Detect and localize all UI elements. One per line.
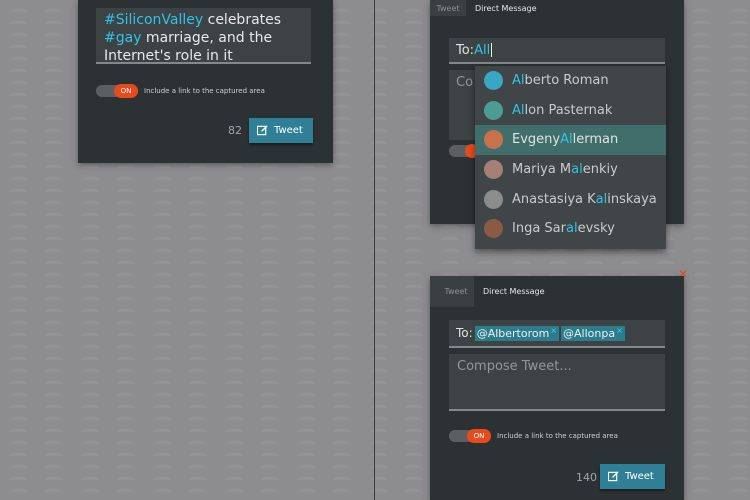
avatar [484, 219, 503, 239]
suggestion-item-active[interactable]: Evgeny Al lerman [475, 125, 666, 155]
character-count: 140 [576, 471, 597, 484]
recipient-suggestions-dropdown: Al berto Roman Al lon Pasternak Evgeny Al l… [475, 66, 666, 249]
suggestion-item[interactable]: Inga Sar al evsky [475, 214, 666, 244]
chip-remove-icon[interactable]: × [550, 326, 557, 335]
avatar [484, 160, 503, 180]
suggestion-name-match: Al [512, 73, 525, 89]
tab-tweet[interactable]: Tweet [430, 276, 474, 307]
avatar [484, 189, 503, 209]
suggestion-name-post: inskaya [607, 191, 657, 207]
avatar [484, 71, 503, 91]
suggestion-item[interactable]: Al berto Roman [475, 66, 666, 96]
typed-query: All [474, 42, 491, 58]
to-label: To: [456, 42, 475, 58]
tab-direct-message[interactable]: Direct Message [466, 0, 546, 16]
recipient-input[interactable]: To: @Albertorom × @Allonpa × [449, 320, 665, 348]
tab-bar: Tweet Direct Message [430, 276, 684, 307]
suggestion-name-post: lon Pasternak [524, 102, 613, 118]
hashtag-gay[interactable]: #gay [104, 30, 141, 46]
link-toggle-row: ON Include a link to the captured area [449, 428, 618, 444]
link-toggle[interactable]: ON [96, 84, 138, 98]
tweet-card-left: #SiliconValley celebrates #gay marriage,… [78, 0, 333, 163]
tweet-text-field[interactable]: #SiliconValley celebrates #gay marriage,… [96, 8, 311, 64]
chip-remove-icon[interactable]: × [616, 326, 623, 335]
suggestion-name-post: enkiy [582, 162, 618, 178]
edit-icon [608, 471, 619, 482]
suggestion-name-match: Al [560, 132, 573, 148]
suggestion-name-pre: Evgeny [512, 132, 561, 148]
avatar [484, 100, 503, 120]
tweet-button-label: Tweet [274, 125, 303, 136]
recipient-chip[interactable]: @Albertorom × [474, 325, 560, 341]
tweet-button-label: Tweet [625, 471, 654, 482]
suggestion-name-pre: Anastasiya K [512, 191, 596, 207]
link-toggle[interactable]: ON [449, 429, 491, 443]
text-caret [491, 43, 493, 57]
suggestion-name-match: al [595, 191, 608, 207]
suggestion-name-match: al [571, 162, 583, 178]
suggestion-name-post: evsky [577, 221, 615, 237]
suggestion-item[interactable]: Al lon Pasternak [475, 96, 666, 126]
avatar [484, 130, 503, 150]
chip-label: @Albertorom [476, 326, 550, 340]
vertical-divider [374, 0, 375, 500]
compose-card: Tweet Direct Message To: @Albertorom × @A… [430, 276, 684, 500]
link-toggle-row: ON Include a link to the captured area [96, 83, 265, 99]
chip-label: @Allonpa [563, 326, 616, 340]
to-label: To: [456, 326, 473, 340]
suggestion-name-pre: Mariya M [512, 162, 572, 178]
edit-icon [257, 125, 268, 136]
suggestion-item[interactable]: Mariya Mal enkiy [475, 155, 666, 185]
tweet-text-segment: celebrates [203, 12, 282, 28]
suggestion-name-pre: Inga Sar [512, 221, 566, 237]
toggle-label: Include a link to the captured area [497, 432, 618, 440]
recipient-chip[interactable]: @Allonpa × [561, 325, 625, 341]
tweet-button[interactable]: Tweet [600, 464, 665, 489]
tab-direct-message[interactable]: Direct Message [474, 276, 554, 307]
character-count: 82 [228, 124, 242, 137]
toggle-on-knob: ON [114, 84, 138, 98]
toggle-on-knob: ON [467, 429, 491, 443]
suggestion-name-match: al [566, 221, 578, 237]
suggestion-name-match: Al [512, 102, 525, 118]
toggle-label: Include a link to the captured area [144, 87, 265, 95]
compose-tweet-field[interactable]: Compose Tweet... [449, 354, 665, 411]
suggestion-name-post: lerman [572, 132, 619, 148]
tab-bar: Tweet Direct Message [430, 0, 684, 16]
tab-tweet[interactable]: Tweet [430, 0, 466, 16]
recipient-input[interactable]: To: All [449, 38, 665, 64]
tweet-button[interactable]: Tweet [249, 118, 313, 143]
hashtag-siliconvalley[interactable]: #SiliconValley [104, 12, 203, 28]
suggestion-item[interactable]: Anastasiya Kal inskaya [475, 184, 666, 214]
suggestion-name-post: berto Roman [524, 73, 609, 89]
